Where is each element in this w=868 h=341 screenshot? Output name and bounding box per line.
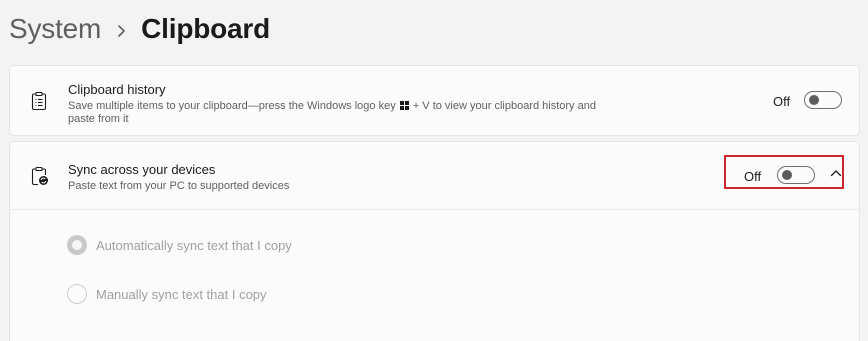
clipboard-history-desc-part2: + V to view your clipboard history and [412,100,596,112]
clipboard-history-title: Clipboard history [68,82,166,97]
clipboard-history-desc-part1: Save multiple items to your clipboard—pr… [68,100,396,112]
clipboard-history-description: Save multiple items to your clipboard—pr… [68,100,668,126]
chevron-up-icon[interactable] [830,169,842,177]
radio-manual-sync[interactable] [67,284,87,304]
toggle-knob [809,95,819,105]
clipboard-history-card: Clipboard history Save multiple items to… [9,65,860,136]
breadcrumb: System Clipboard [9,10,270,48]
highlight-annotation-box [724,155,844,189]
clipboard-history-desc-line2: paste from it [68,113,129,125]
radio-auto-sync-label: Automatically sync text that I copy [96,238,292,253]
breadcrumb-chevron-right-icon [101,13,141,45]
sync-devices-description: Paste text from your PC to supported dev… [68,180,290,192]
clipboard-history-toggle[interactable] [804,91,842,109]
radio-manual-sync-label: Manually sync text that I copy [96,287,267,302]
clipboard-list-icon [29,91,49,111]
radio-auto-sync[interactable] [67,235,87,255]
sync-devices-title: Sync across your devices [68,162,216,177]
clipboard-sync-icon [29,166,49,186]
section-divider [9,209,860,210]
page-title: Clipboard [141,13,271,44]
breadcrumb-parent-system[interactable]: System [9,13,101,45]
clipboard-history-toggle-label: Off [773,94,791,109]
windows-logo-icon [399,101,409,110]
